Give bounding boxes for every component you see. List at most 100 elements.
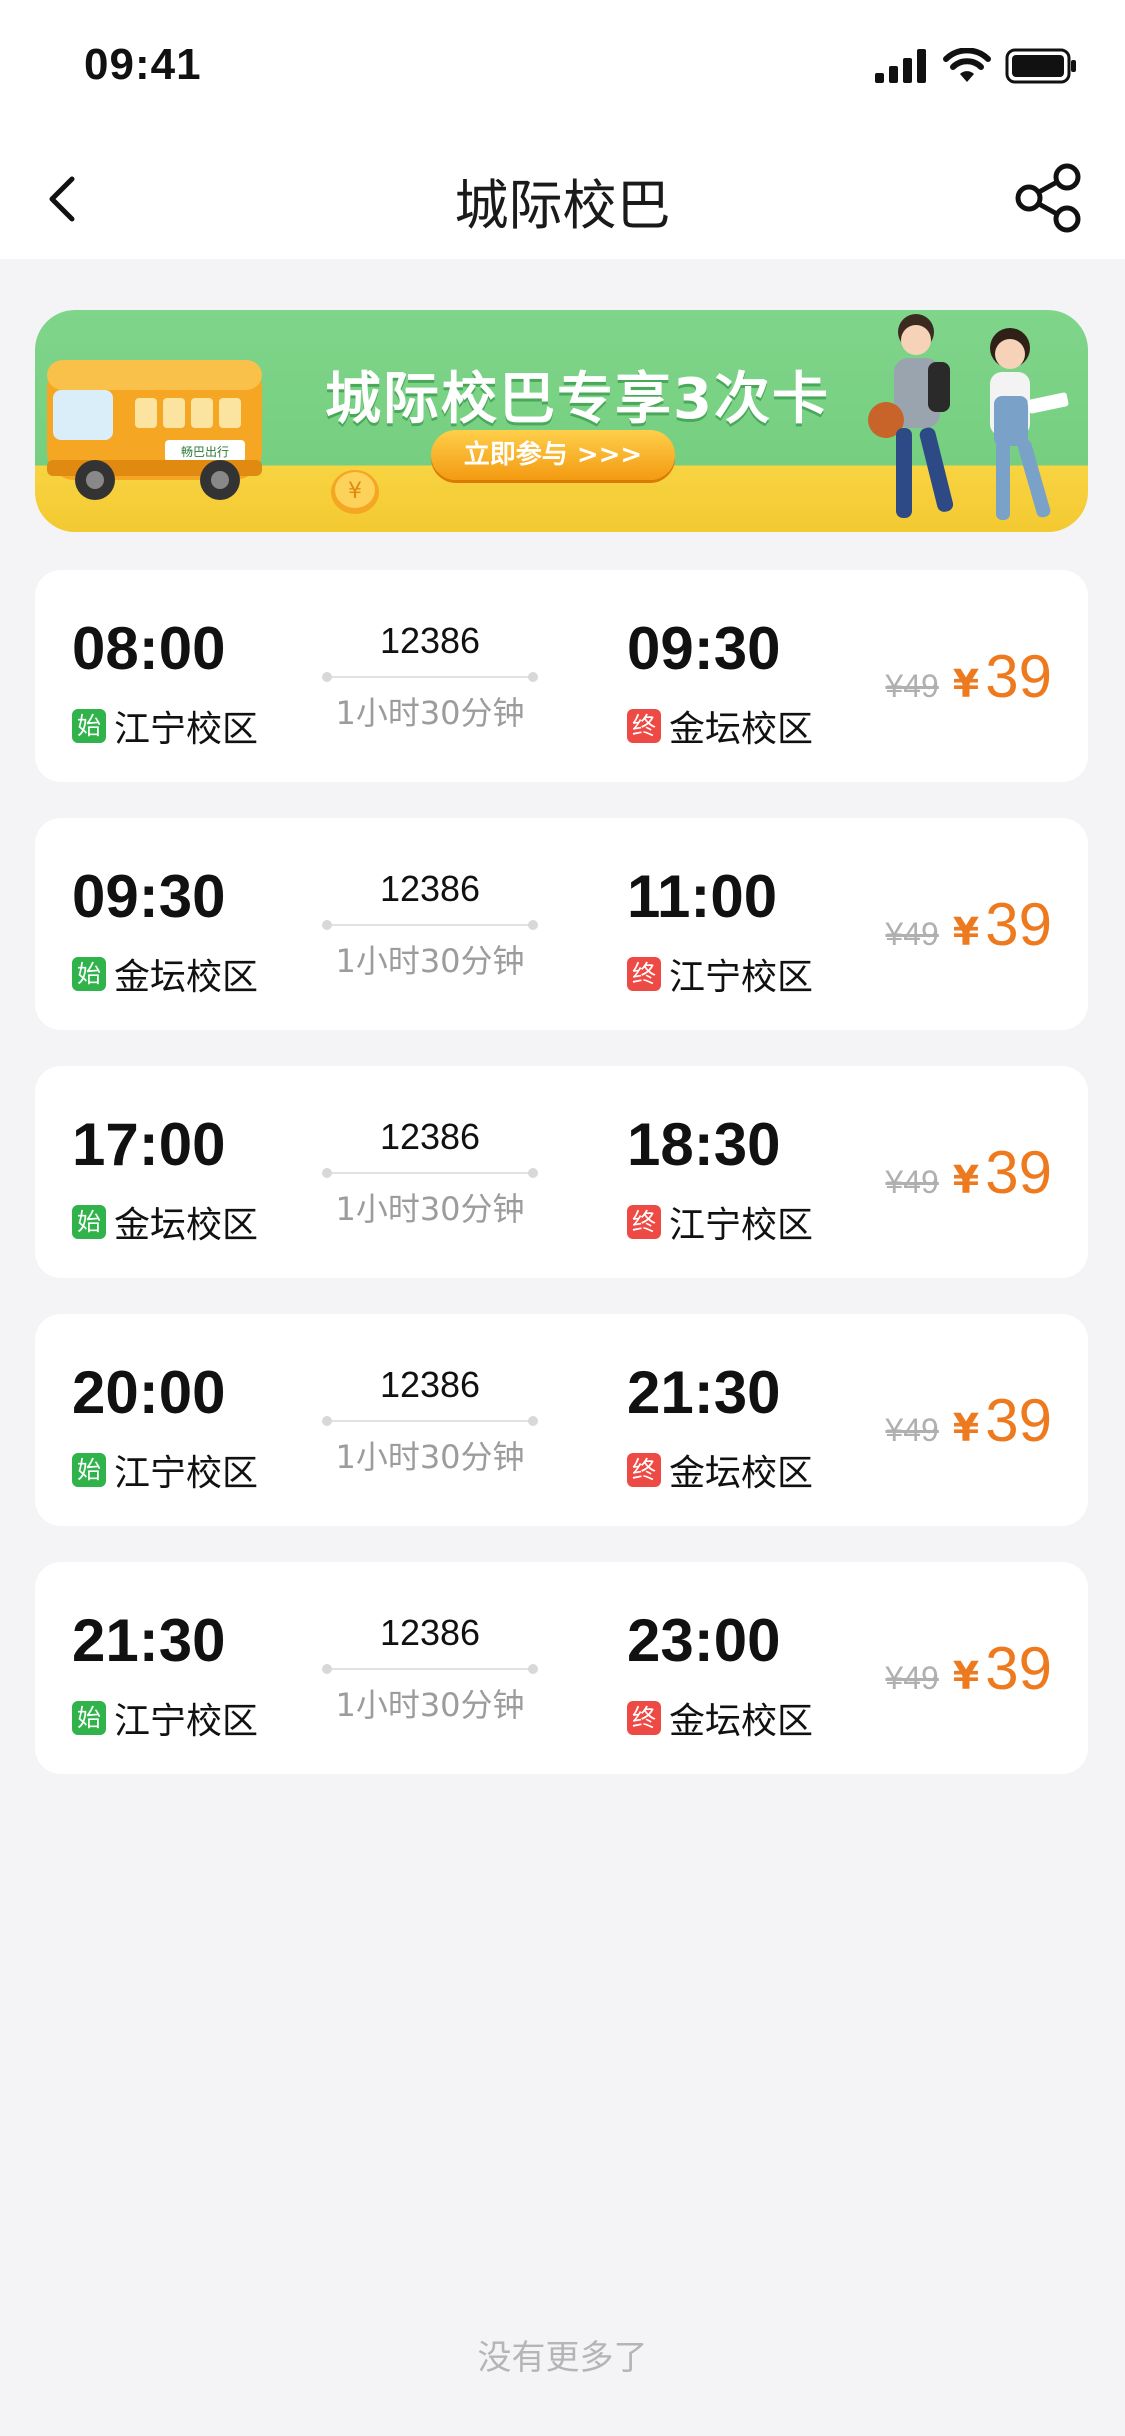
end-tag: 终 [627, 1701, 661, 1735]
currency-symbol: ¥ [952, 1158, 980, 1202]
route-info: 12386 1小时30分钟 [320, 620, 540, 734]
currency-symbol: ¥ [952, 910, 980, 954]
arrive-station-name: 江宁校区 [669, 957, 814, 998]
system-icons [875, 48, 1077, 84]
price-box: ¥49 ¥ 39 [885, 1634, 1052, 1703]
price-box: ¥49 ¥ 39 [885, 642, 1052, 711]
bus-number: 12386 [379, 1116, 481, 1157]
arrive-station-name: 金坛校区 [669, 1453, 814, 1494]
depart-station-name: 金坛校区 [114, 1205, 259, 1246]
bus-number: 12386 [379, 1364, 481, 1405]
svg-text:¥: ¥ [348, 479, 362, 504]
original-price: ¥49 [885, 1412, 939, 1448]
currency-symbol: ¥ [952, 662, 980, 706]
status-bar: 09:41 [0, 0, 1125, 135]
route-info: 12386 1小时30分钟 [320, 1612, 540, 1726]
original-price: ¥49 [885, 668, 939, 704]
current-price: 39 [985, 1635, 1052, 1702]
promo-banner[interactable]: 畅巴出行 ¥ 城际校巴专享3次卡 立即参与 >>> [35, 310, 1088, 532]
trip-card[interactable]: 09:30 始 金坛校区 12386 1小时30分钟 11:00 终 江宁校区 … [35, 818, 1088, 1030]
arrive-station: 终 金坛校区 [627, 1444, 813, 1496]
arrive-station-name: 金坛校区 [669, 709, 814, 750]
bus-logo-text: 畅巴出行 [181, 445, 229, 459]
route-line [322, 1168, 538, 1178]
arrive-time: 09:30 [627, 615, 781, 682]
current-price: 39 [985, 1139, 1052, 1206]
signal-icon [875, 49, 926, 83]
bus-number: 12386 [379, 868, 481, 909]
route-line [322, 920, 538, 930]
bus-number: 12386 [379, 620, 481, 661]
battery-icon [1005, 48, 1076, 84]
current-price: 39 [985, 1387, 1052, 1454]
original-price: ¥49 [885, 1164, 939, 1200]
price-box: ¥49 ¥ 39 [885, 1138, 1052, 1207]
end-tag: 终 [627, 1205, 661, 1239]
depart-time: 21:30 [72, 1607, 226, 1674]
original-price: ¥49 [885, 1660, 939, 1696]
end-tag: 终 [627, 1453, 661, 1487]
start-tag: 始 [72, 1701, 106, 1735]
depart-time: 20:00 [72, 1359, 226, 1426]
price-box: ¥49 ¥ 39 [885, 1386, 1052, 1455]
depart-station-name: 江宁校区 [114, 1701, 259, 1742]
arrive-station-name: 江宁校区 [669, 1205, 814, 1246]
route-line [322, 672, 538, 682]
arrive-time: 11:00 [627, 863, 778, 930]
current-price: 39 [985, 643, 1052, 710]
currency-symbol: ¥ [952, 1654, 980, 1698]
start-tag: 始 [72, 957, 106, 991]
trip-card[interactable]: 21:30 始 江宁校区 12386 1小时30分钟 23:00 终 金坛校区 … [35, 1562, 1088, 1774]
route-line [322, 1664, 538, 1674]
depart-station: 始 金坛校区 [72, 1196, 258, 1248]
price-box: ¥49 ¥ 39 [885, 890, 1052, 959]
school-bus-illustration: 畅巴出行 [47, 360, 262, 500]
start-tag: 始 [72, 709, 106, 743]
route-line [322, 1416, 538, 1426]
depart-station: 始 江宁校区 [72, 1692, 258, 1744]
arrive-station: 终 江宁校区 [627, 1196, 813, 1248]
share-icon [1015, 163, 1081, 233]
arrive-station: 终 金坛校区 [627, 1692, 813, 1744]
page-title: 城际校巴 [454, 174, 671, 237]
nav-bar: 城际校巴 [0, 135, 1125, 259]
route-info: 12386 1小时30分钟 [320, 1116, 540, 1230]
depart-station-name: 金坛校区 [114, 957, 259, 998]
depart-station-name: 江宁校区 [114, 1453, 259, 1494]
trip-card[interactable]: 08:00 始 江宁校区 12386 1小时30分钟 09:30 终 金坛校区 … [35, 570, 1088, 782]
depart-time: 09:30 [72, 863, 226, 930]
depart-station: 始 江宁校区 [72, 1444, 258, 1496]
arrive-station: 终 金坛校区 [627, 700, 813, 752]
start-tag: 始 [72, 1453, 106, 1487]
bus-number: 12386 [379, 1612, 481, 1653]
start-tag: 始 [72, 1205, 106, 1239]
currency-symbol: ¥ [952, 1406, 980, 1450]
arrive-station: 终 江宁校区 [627, 948, 813, 1000]
depart-station: 始 江宁校区 [72, 700, 258, 752]
trip-card[interactable]: 20:00 始 江宁校区 12386 1小时30分钟 21:30 终 金坛校区 … [35, 1314, 1088, 1526]
current-price: 39 [985, 891, 1052, 958]
route-info: 12386 1小时30分钟 [320, 868, 540, 982]
trip-duration: 1小时30分钟 [335, 1190, 525, 1228]
depart-station: 始 金坛校区 [72, 948, 258, 1000]
wifi-icon [943, 48, 991, 82]
trip-duration: 1小时30分钟 [335, 694, 525, 732]
depart-station-name: 江宁校区 [114, 709, 259, 750]
coin-illustration: ¥ [331, 470, 379, 514]
trip-duration: 1小时30分钟 [335, 942, 525, 980]
arrive-time: 18:30 [627, 1111, 781, 1178]
no-more-text: 没有更多了 [477, 2338, 648, 2378]
banner-title: 城际校巴专享3次卡 [325, 367, 830, 432]
end-tag: 终 [627, 709, 661, 743]
status-time: 09:41 [84, 40, 202, 89]
share-button[interactable] [1005, 153, 1095, 243]
arrive-station-name: 金坛校区 [669, 1701, 814, 1742]
depart-time: 08:00 [72, 615, 226, 682]
arrive-time: 21:30 [627, 1359, 781, 1426]
end-tag: 终 [627, 957, 661, 991]
join-now-button[interactable]: 立即参与 >>> [431, 430, 675, 480]
trip-card[interactable]: 17:00 始 金坛校区 12386 1小时30分钟 18:30 终 江宁校区 … [35, 1066, 1088, 1278]
trip-duration: 1小时30分钟 [335, 1438, 525, 1476]
route-info: 12386 1小时30分钟 [320, 1364, 540, 1478]
trip-duration: 1小时30分钟 [335, 1686, 525, 1724]
